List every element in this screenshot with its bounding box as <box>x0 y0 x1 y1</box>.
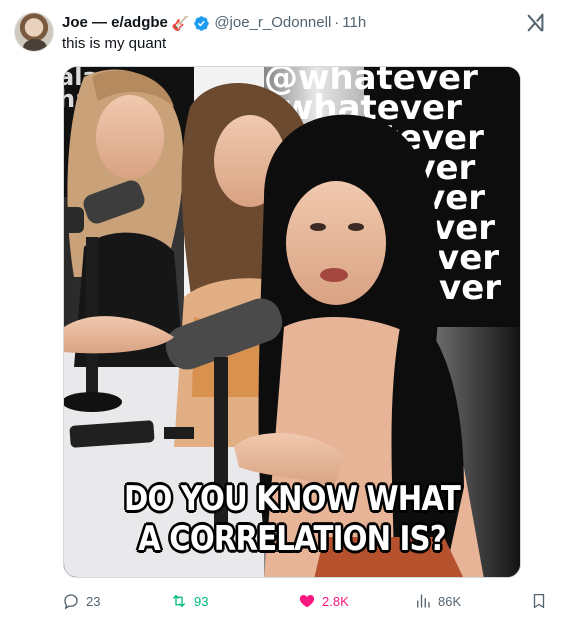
heart-icon <box>299 595 315 608</box>
view-count: 86K <box>438 593 462 609</box>
post-timestamp[interactable]: 11h <box>342 13 366 33</box>
like-count: 2.8K <box>322 593 349 609</box>
grok-icon[interactable] <box>525 12 547 34</box>
views-chart-icon <box>417 594 430 608</box>
header-separator: · <box>334 14 340 31</box>
repost-icon <box>173 595 185 607</box>
verified-badge-icon <box>194 15 210 31</box>
post-actions: 23 93 2.8K 86K <box>62 590 552 612</box>
meme-caption-line-2: A CORRELATION IS? <box>138 519 447 559</box>
reply-button[interactable]: 23 <box>62 590 100 612</box>
like-button[interactable]: 2.8K <box>298 590 349 612</box>
repost-button[interactable]: 93 <box>170 590 208 612</box>
bookmark-button[interactable] <box>530 590 548 612</box>
author-avatar[interactable] <box>14 12 54 52</box>
avatar-shoulders <box>23 39 47 51</box>
author-name[interactable]: Joe — e/adgbe <box>62 13 168 33</box>
post-header: Joe — e/adgbe 🎸 @joe_r_Odonnell · 11h <box>62 13 521 33</box>
reply-count: 23 <box>86 593 101 609</box>
post-text: this is my quant <box>62 35 167 52</box>
bookmark-icon <box>533 593 545 609</box>
repost-count: 93 <box>194 593 209 609</box>
post-image[interactable]: @whatever whatever whatever tever ever e… <box>63 66 521 578</box>
reply-icon <box>64 594 78 610</box>
author-handle[interactable]: @joe_r_Odonnell <box>214 13 331 33</box>
views-button[interactable]: 86K <box>414 590 461 612</box>
meme-caption-line-1: DO YOU KNOW WHAT <box>124 479 461 519</box>
guitar-emoji-icon: 🎸 <box>171 15 190 31</box>
